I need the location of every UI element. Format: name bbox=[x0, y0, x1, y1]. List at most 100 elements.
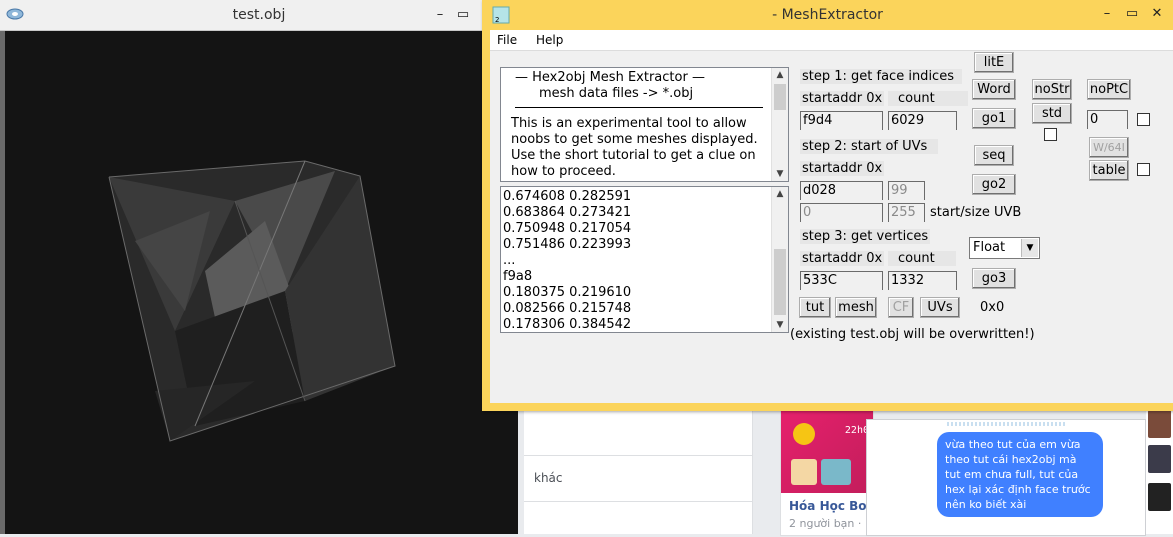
step3-startaddr-value: 533C bbox=[803, 273, 837, 288]
table-checkbox[interactable] bbox=[1137, 163, 1150, 176]
step1-label: step 1: get face indices bbox=[800, 69, 962, 84]
go3-button[interactable]: go3 bbox=[972, 268, 1016, 289]
step1-startaddr-value: f9d4 bbox=[803, 113, 833, 128]
mesh-button[interactable]: mesh bbox=[835, 297, 877, 318]
mesh-render-canvas[interactable] bbox=[5, 31, 518, 534]
contact-avatar[interactable] bbox=[1148, 410, 1171, 438]
contacts-strip bbox=[1146, 405, 1173, 534]
step2-count-input: 99 bbox=[888, 181, 925, 200]
chat-header-edge bbox=[947, 422, 1067, 426]
info-body: This is an experimental tool to allow no… bbox=[511, 116, 758, 179]
background-web-page: khác 22h0 Hóa Học Book 2 người bạn · ! v… bbox=[518, 405, 1173, 536]
noptc-button[interactable]: noPtC bbox=[1087, 79, 1131, 100]
log-line: f9a8 bbox=[503, 269, 533, 284]
step3-startaddr-label: startaddr 0x bbox=[800, 251, 884, 266]
mutual-friends: 2 người bạn · ! bbox=[789, 517, 870, 530]
hex-readout: 0x0 bbox=[980, 300, 1005, 315]
log-line: 0.082566 0.215748 bbox=[503, 301, 632, 316]
w64-button: W/64I bbox=[1089, 137, 1129, 158]
chevron-down-icon[interactable]: ▼ bbox=[1021, 239, 1038, 257]
cf-button: CF bbox=[888, 297, 914, 318]
menu-help[interactable]: Help bbox=[536, 33, 563, 47]
info-textbox[interactable]: — Hex2obj Mesh Extractor — mesh data fil… bbox=[500, 67, 789, 182]
overwrite-warning: (existing test.obj will be overwritten!) bbox=[790, 327, 1035, 342]
step2-startaddr-label: startaddr 0x bbox=[800, 161, 884, 176]
step3-count-input[interactable]: 1332 bbox=[888, 271, 957, 290]
scroll-up-icon[interactable]: ▲ bbox=[772, 68, 788, 82]
format-select[interactable]: Float ▼ bbox=[969, 237, 1040, 259]
log-line: 0.674608 0.282591 bbox=[503, 189, 632, 204]
log-line: ... bbox=[503, 253, 516, 268]
log-line: 0.683864 0.273421 bbox=[503, 205, 632, 220]
scroll-down-icon[interactable]: ▼ bbox=[772, 318, 788, 332]
scroll-thumb[interactable] bbox=[774, 249, 786, 315]
suggested-page-card[interactable]: 22h0 Hóa Học Book 2 người bạn · ! bbox=[780, 410, 883, 536]
left-column: khác bbox=[524, 405, 753, 534]
scroll-down-icon[interactable]: ▼ bbox=[772, 167, 788, 181]
viewer-titlebar[interactable]: test.obj – ▭ bbox=[0, 0, 518, 31]
noptc-value: 0 bbox=[1090, 112, 1099, 127]
table-button[interactable]: table bbox=[1089, 160, 1129, 181]
start-uvb-input: 0 bbox=[800, 203, 883, 222]
chat-window: vừa theo tut của em vừa theo tut cái hex… bbox=[866, 419, 1146, 536]
mesh-client-area: File Help — Hex2obj Mesh Extractor — mes… bbox=[490, 30, 1173, 403]
contact-avatar[interactable] bbox=[1148, 483, 1171, 511]
tut-button[interactable]: tut bbox=[799, 297, 831, 318]
log-line: 0.180375 0.219610 bbox=[503, 285, 632, 300]
step2-label: step 2: start of UVs bbox=[800, 139, 938, 154]
info-subheading: mesh data files -> *.obj bbox=[539, 86, 694, 101]
contact-avatar[interactable] bbox=[1148, 445, 1171, 473]
log-line: 0.178306 0.384542 bbox=[503, 317, 632, 332]
step1-startaddr-input[interactable]: f9d4 bbox=[800, 111, 883, 130]
noptc-checkbox[interactable] bbox=[1137, 113, 1150, 126]
std-checkbox[interactable] bbox=[1044, 128, 1057, 141]
go1-button[interactable]: go1 bbox=[972, 108, 1016, 129]
maximize-button[interactable]: ▭ bbox=[448, 5, 478, 25]
page-cover-image: 22h0 bbox=[781, 411, 873, 493]
mesh-titlebar[interactable]: 2 - MeshExtractor – ▭ ✕ bbox=[482, 0, 1173, 30]
log-lines: 0.674608 0.282591 0.683864 0.273421 0.7509… bbox=[503, 189, 632, 332]
size-uvb-value: 255 bbox=[891, 205, 916, 220]
close-button[interactable]: ✕ bbox=[1142, 4, 1172, 24]
word-button[interactable]: Word bbox=[972, 79, 1016, 100]
step3-count-label: count bbox=[888, 251, 956, 266]
log-line: 0.751486 0.223993 bbox=[503, 237, 632, 252]
std-button[interactable]: std bbox=[1032, 103, 1072, 124]
step2-startaddr-value: d028 bbox=[803, 183, 837, 198]
go2-button[interactable]: go2 bbox=[972, 174, 1016, 195]
scroll-up-icon[interactable]: ▲ bbox=[772, 187, 788, 201]
window-title: - MeshExtractor bbox=[772, 7, 883, 23]
chat-message-bubble: vừa theo tut của em vừa theo tut cái hex… bbox=[937, 432, 1103, 517]
rendered-mesh bbox=[108, 160, 396, 442]
step3-count-value: 1332 bbox=[891, 273, 925, 288]
step1-count-input[interactable]: 6029 bbox=[888, 111, 957, 130]
seq-button[interactable]: seq bbox=[974, 145, 1014, 166]
menu-file[interactable]: File bbox=[497, 33, 517, 47]
size-uvb-input: 255 bbox=[888, 203, 925, 222]
step1-startaddr-label: startaddr 0x bbox=[800, 91, 884, 106]
log-line: 0.750948 0.217054 bbox=[503, 221, 632, 236]
viewer-window: test.obj – ▭ bbox=[0, 0, 518, 534]
uvs-button[interactable]: UVs bbox=[920, 297, 960, 318]
profile-photo bbox=[791, 459, 817, 485]
info-heading: — Hex2obj Mesh Extractor — bbox=[515, 70, 705, 85]
log-textbox[interactable]: 0.674608 0.282591 0.683864 0.273421 0.7509… bbox=[500, 186, 789, 333]
group-photo bbox=[821, 459, 851, 485]
format-select-value: Float bbox=[973, 240, 1006, 255]
meshextractor-window: 2 - MeshExtractor – ▭ ✕ File Help — Hex2… bbox=[482, 0, 1173, 411]
info-scrollbar[interactable]: ▲ ▼ bbox=[771, 68, 788, 181]
step2-count-value: 99 bbox=[891, 183, 908, 198]
noptc-input[interactable]: 0 bbox=[1087, 110, 1128, 129]
lite-button[interactable]: litE bbox=[974, 52, 1014, 73]
step1-count-value: 6029 bbox=[891, 113, 925, 128]
step2-startaddr-input[interactable]: d028 bbox=[800, 181, 883, 200]
step1-count-label: count bbox=[888, 91, 968, 106]
step3-startaddr-input[interactable]: 533C bbox=[800, 271, 883, 290]
more-link[interactable]: khác bbox=[534, 471, 563, 485]
flask-logo bbox=[793, 423, 815, 445]
nostr-button[interactable]: noStr bbox=[1032, 79, 1072, 100]
log-scrollbar[interactable]: ▲ ▼ bbox=[771, 187, 788, 332]
scroll-thumb[interactable] bbox=[774, 84, 786, 110]
menu-bar: File Help bbox=[490, 30, 1173, 51]
uvb-label: start/size UVB bbox=[930, 205, 1022, 220]
